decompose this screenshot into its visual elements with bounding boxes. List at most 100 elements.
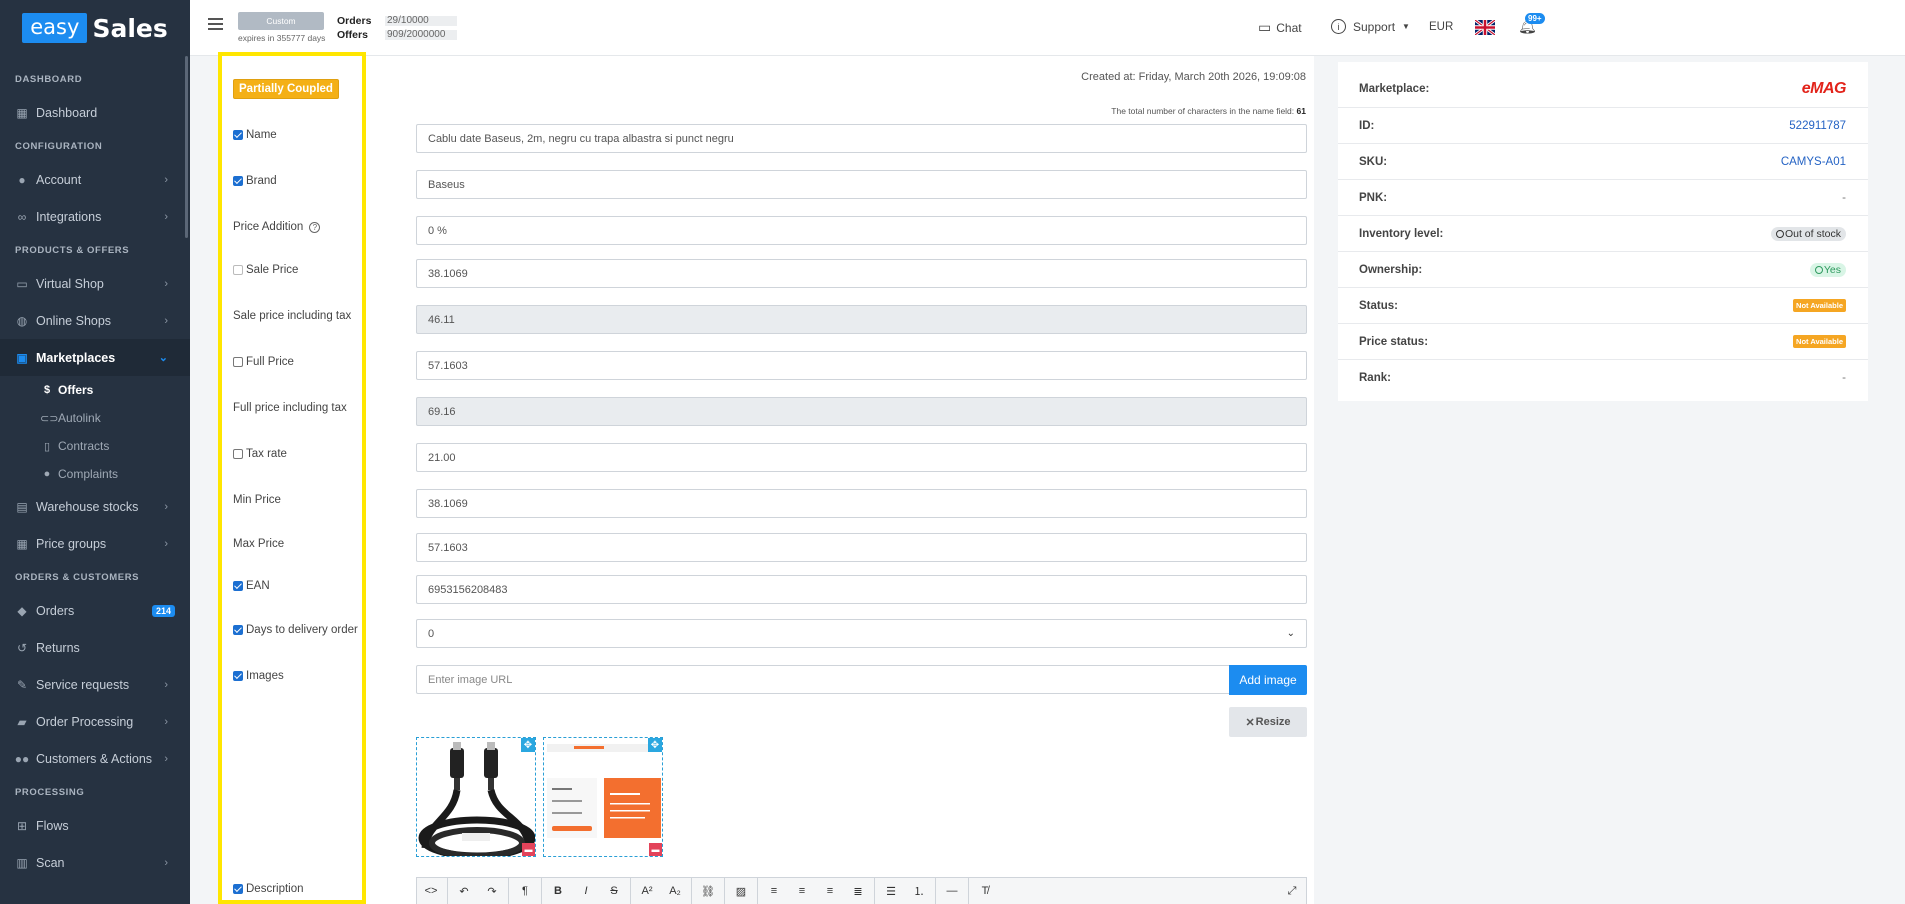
section-orders: ORDERS & CUSTOMERS [15, 571, 140, 583]
link-icon[interactable]: ⛓︎ [694, 885, 722, 898]
divider [447, 877, 448, 904]
product-image-thumb[interactable]: ✥ ▬ [543, 737, 663, 857]
sidebar-item-returns[interactable]: ↺ Returns [0, 629, 190, 666]
delete-icon[interactable]: ▬ [649, 843, 662, 856]
id-value[interactable]: 522911787 [1789, 120, 1846, 132]
italic-icon[interactable]: I [572, 885, 600, 897]
full-price-label[interactable]: Full Price [233, 356, 294, 368]
plan-badge[interactable]: Custom [238, 12, 324, 30]
days-delivery-select[interactable]: 0 ⌄ [416, 619, 1307, 648]
days-delivery-value: 0 [428, 627, 435, 640]
brand-input[interactable]: Baseus [416, 170, 1307, 199]
logo-area: easy Sales [0, 0, 190, 56]
align-right-icon[interactable]: ≡ [816, 885, 844, 897]
image-icon[interactable]: ▨ [727, 885, 755, 898]
max-price-input[interactable]: 57.1603 [416, 533, 1307, 562]
sale-price-checkbox[interactable] [233, 265, 243, 275]
code-view-icon[interactable]: <> [417, 885, 445, 897]
uk-flag-icon[interactable] [1474, 18, 1496, 37]
subscript-icon[interactable]: A₂ [661, 885, 689, 897]
currency-selector[interactable]: EUR [1429, 21, 1453, 33]
chevron-right-icon: › [164, 856, 168, 869]
paragraph-icon[interactable]: ¶ [511, 885, 539, 897]
sidebar-item-account[interactable]: ● Account › [0, 161, 190, 198]
inventory-label: Inventory level: [1359, 227, 1444, 240]
align-center-icon[interactable]: ≡ [788, 885, 816, 897]
clear-format-icon[interactable]: T̸ [971, 885, 999, 897]
sidebar-item-warehouse-stocks[interactable]: ▤ Warehouse stocks › [0, 488, 190, 525]
sale-price-label[interactable]: Sale Price [233, 264, 298, 276]
undo-icon[interactable]: ↶ [450, 885, 478, 898]
description-label[interactable]: Description [233, 883, 304, 895]
days-delivery-label-text: Days to delivery order [246, 624, 358, 636]
support-dropdown[interactable]: i Support ▼ [1331, 19, 1410, 34]
price-addition-input[interactable]: 0 % [416, 216, 1307, 245]
full-price-checkbox[interactable] [233, 357, 243, 367]
resize-button[interactable]: ✕ Resize [1229, 707, 1307, 737]
sku-value[interactable]: CAMYS-A01 [1781, 156, 1846, 168]
description-checkbox[interactable] [233, 884, 243, 894]
align-justify-icon[interactable]: ≣ [844, 885, 872, 898]
bold-icon[interactable]: B [544, 885, 572, 897]
help-icon[interactable]: ? [309, 221, 321, 233]
plan-info: Custom expires in 355777 days [238, 12, 325, 43]
name-label[interactable]: Name [233, 129, 277, 141]
redo-icon[interactable]: ↷ [478, 885, 506, 898]
days-delivery-checkbox[interactable] [233, 625, 243, 635]
brand-label[interactable]: Brand [233, 175, 277, 187]
tag-icon: ◆ [17, 603, 27, 618]
images-checkbox[interactable] [233, 671, 243, 681]
horizontal-rule-icon[interactable]: — [938, 885, 966, 897]
sidebar-item-customers-actions[interactable]: ●● Customers & Actions › [0, 740, 190, 777]
ean-label[interactable]: EAN [233, 580, 270, 592]
pnk-row: PNK: - [1338, 180, 1868, 216]
easysales-logo[interactable]: easy Sales [22, 13, 168, 43]
ean-checkbox[interactable] [233, 581, 243, 591]
move-icon[interactable]: ✥ [648, 738, 662, 752]
fullscreen-icon[interactable]: ⤢ [1278, 885, 1306, 898]
sidebar-item-order-processing[interactable]: ▰ Order Processing › [0, 703, 190, 740]
menu-toggle-icon[interactable] [208, 18, 223, 30]
sale-price-label-text: Sale Price [246, 264, 299, 276]
sidebar-subitem-offers[interactable]: $ Offers [0, 376, 190, 404]
bullet-list-icon[interactable]: ☰ [877, 885, 905, 898]
superscript-icon[interactable]: A² [633, 885, 661, 897]
full-price-input[interactable]: 57.1603 [416, 351, 1307, 380]
sidebar-subitem-autolink[interactable]: ⊂⊃ Autolink [0, 404, 190, 432]
move-icon[interactable]: ✥ [521, 738, 535, 752]
sidebar-item-flows[interactable]: ⊞ Flows [0, 807, 190, 844]
chat-button[interactable]: ▭ Chat [1258, 19, 1302, 36]
strikethrough-icon[interactable]: S [600, 885, 628, 897]
sidebar-item-virtual-shop[interactable]: ▭ Virtual Shop › [0, 265, 190, 302]
sidebar-item-integrations[interactable]: ∞ Integrations › [0, 198, 190, 235]
sidebar-item-marketplaces[interactable]: ▣ Marketplaces ⌄ [0, 339, 190, 376]
add-image-button[interactable]: Add image [1229, 665, 1307, 695]
min-price-input[interactable]: 38.1069 [416, 489, 1307, 518]
name-checkbox[interactable] [233, 130, 243, 140]
sidebar-item-orders[interactable]: ◆ Orders 214 [0, 592, 190, 629]
product-image-thumb[interactable]: ✥ ▬ [416, 737, 536, 857]
sidebar-item-online-shops[interactable]: ◍ Online Shops › [0, 302, 190, 339]
sidebar-item-label: Complaints [58, 467, 119, 481]
images-label[interactable]: Images [233, 670, 284, 682]
brand-checkbox[interactable] [233, 176, 243, 186]
tax-rate-checkbox[interactable] [233, 449, 243, 459]
name-input[interactable]: Cablu date Baseus, 2m, negru cu trapa al… [416, 124, 1307, 153]
sidebar-item-price-groups[interactable]: ▦ Price groups › [0, 525, 190, 562]
align-left-icon[interactable]: ≡ [760, 885, 788, 897]
sidebar-item-scan[interactable]: ▥ Scan › [0, 844, 190, 881]
status-row: Status: Not Available [1338, 288, 1868, 324]
sidebar-item-dashboard[interactable]: ▦ Dashboard [0, 94, 190, 131]
numbered-list-icon[interactable]: ⒈ [905, 883, 933, 899]
sidebar-subitem-contracts[interactable]: ▯ Contracts [0, 432, 190, 460]
ean-input[interactable]: 6953156208483 [416, 575, 1307, 604]
sale-price-input[interactable]: 38.1069 [416, 259, 1307, 288]
circle-icon [1814, 265, 1823, 274]
tax-rate-input[interactable]: 21.00 [416, 443, 1307, 472]
image-url-input[interactable]: Enter image URL [416, 665, 1231, 694]
delete-icon[interactable]: ▬ [522, 843, 535, 856]
sidebar-subitem-complaints[interactable]: ● Complaints [0, 460, 190, 488]
sidebar-item-service-requests[interactable]: ✎ Service requests › [0, 666, 190, 703]
tax-rate-label[interactable]: Tax rate [233, 448, 287, 460]
days-delivery-label[interactable]: Days to delivery order [233, 624, 358, 636]
